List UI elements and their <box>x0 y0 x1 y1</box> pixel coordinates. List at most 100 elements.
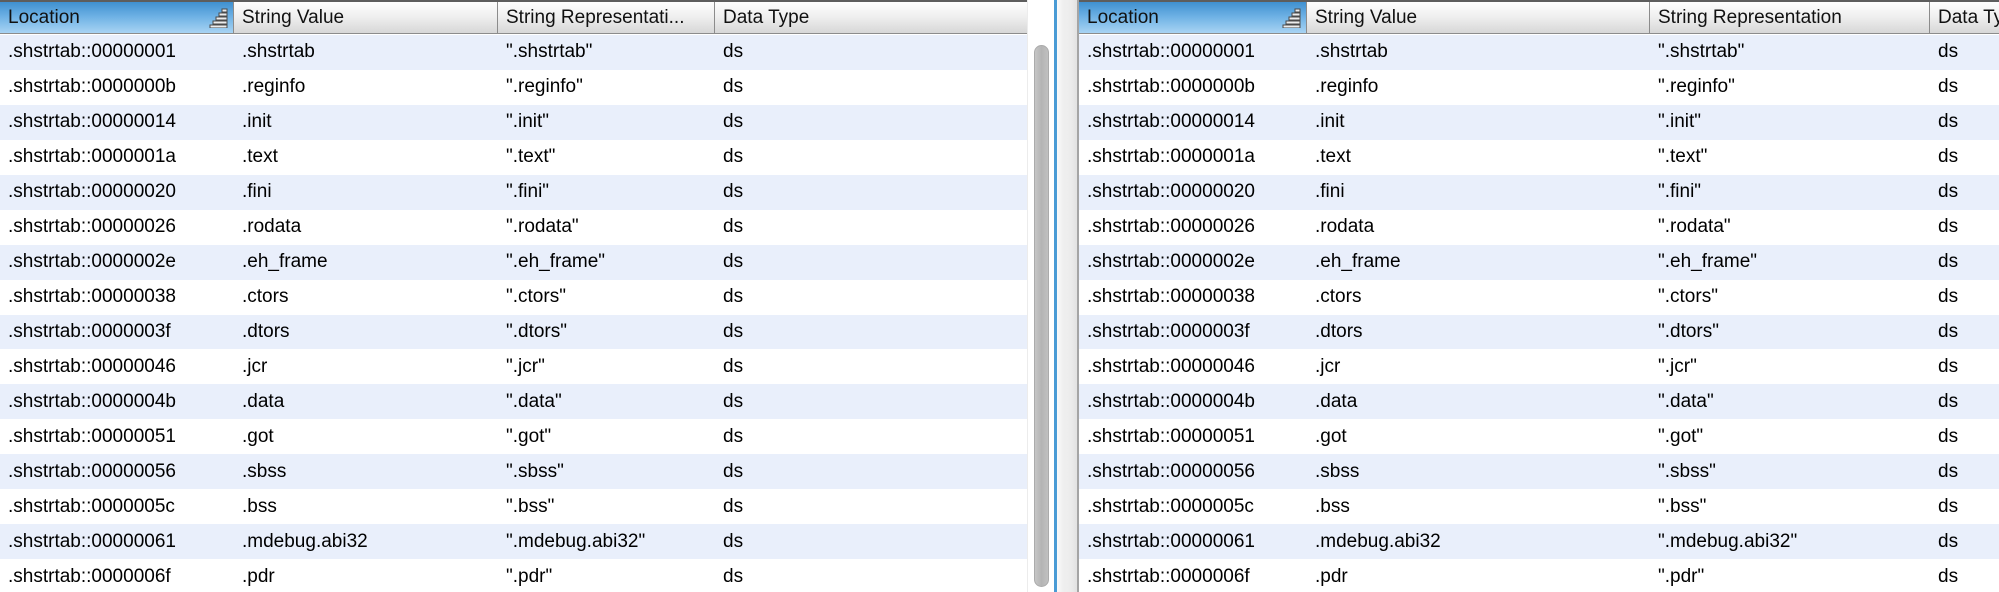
strings-table-panel-left: LocationString ValueString Representati.… <box>0 0 1057 592</box>
cell-repr: ".reginfo" <box>1650 76 1930 98</box>
cell-location: .shstrtab::00000014 <box>0 111 234 133</box>
scrollbar-thumb[interactable] <box>1034 45 1049 587</box>
table-row[interactable]: .shstrtab::00000061.mdebug.abi32".mdebug… <box>0 524 1030 559</box>
column-header-string-representation[interactable]: String Representation <box>1650 2 1930 33</box>
cell-value: .mdebug.abi32 <box>234 531 498 553</box>
cell-location: .shstrtab::00000038 <box>1079 286 1307 308</box>
table-row[interactable]: .shstrtab::0000002e.eh_frame".eh_frame"d… <box>1079 245 1999 280</box>
table-row[interactable]: .shstrtab::0000005c.bss".bss"ds <box>0 489 1030 524</box>
cell-location: .shstrtab::00000038 <box>0 286 234 308</box>
cell-value: .shstrtab <box>234 41 498 63</box>
cell-type: ds <box>715 391 1030 413</box>
column-header-data-type[interactable]: Data Type <box>1930 2 1999 33</box>
table-row[interactable]: .shstrtab::0000001a.text".text"ds <box>1079 140 1999 175</box>
cell-repr: ".eh_frame" <box>498 251 715 273</box>
cell-type: ds <box>715 321 1030 343</box>
cell-type: ds <box>1930 496 1999 518</box>
cell-type: ds <box>1930 41 1999 63</box>
table-row[interactable]: .shstrtab::00000014.init".init"ds <box>0 105 1030 140</box>
cell-value: .dtors <box>234 321 498 343</box>
column-header-label: Location <box>1087 7 1159 29</box>
cell-location: .shstrtab::00000046 <box>0 356 234 378</box>
cell-type: ds <box>715 566 1030 588</box>
table-row[interactable]: .shstrtab::00000046.jcr".jcr"ds <box>1079 349 1999 384</box>
table-row[interactable]: .shstrtab::0000005c.bss".bss"ds <box>1079 489 1999 524</box>
table-row[interactable]: .shstrtab::00000061.mdebug.abi32".mdebug… <box>1079 524 1999 559</box>
column-header-string-representati[interactable]: String Representati... <box>498 2 715 33</box>
table-row[interactable]: .shstrtab::0000004b.data".data"ds <box>1079 384 1999 419</box>
cell-location: .shstrtab::0000000b <box>0 76 234 98</box>
column-header-label: Data Type <box>1938 7 1999 29</box>
table-row[interactable]: .shstrtab::0000006f.pdr".pdr"ds <box>0 559 1030 592</box>
cell-value: .rodata <box>1307 216 1650 238</box>
table-row[interactable]: .shstrtab::00000020.fini".fini"ds <box>0 175 1030 210</box>
cell-value: .fini <box>234 181 498 203</box>
cell-type: ds <box>1930 566 1999 588</box>
cell-location: .shstrtab::0000000b <box>1079 76 1307 98</box>
cell-repr: ".got" <box>498 426 715 448</box>
cell-type: ds <box>715 111 1030 133</box>
table-row[interactable]: .shstrtab::0000000b.reginfo".reginfo"ds <box>0 70 1030 105</box>
cell-type: ds <box>1930 321 1999 343</box>
cell-repr: ".jcr" <box>498 356 715 378</box>
table-body: .shstrtab::00000001.shstrtab".shstrtab"d… <box>1079 35 1999 592</box>
cell-location: .shstrtab::00000061 <box>1079 531 1307 553</box>
vertical-scrollbar[interactable] <box>1027 0 1054 592</box>
cell-location: .shstrtab::0000002e <box>0 251 234 273</box>
table-row[interactable]: .shstrtab::0000006f.pdr".pdr"ds <box>1079 559 1999 592</box>
table-row[interactable]: .shstrtab::00000014.init".init"ds <box>1079 105 1999 140</box>
table-row[interactable]: .shstrtab::0000001a.text".text"ds <box>0 140 1030 175</box>
column-header-data-type[interactable]: Data Type <box>715 2 1030 33</box>
cell-repr: ".pdr" <box>498 566 715 588</box>
table-row[interactable]: .shstrtab::00000020.fini".fini"ds <box>1079 175 1999 210</box>
cell-value: .jcr <box>1307 356 1650 378</box>
table-row[interactable]: .shstrtab::0000000b.reginfo".reginfo"ds <box>1079 70 1999 105</box>
table-row[interactable]: .shstrtab::00000001.shstrtab".shstrtab"d… <box>1079 35 1999 70</box>
cell-repr: ".eh_frame" <box>1650 251 1930 273</box>
table-row[interactable]: .shstrtab::0000002e.eh_frame".eh_frame"d… <box>0 245 1030 280</box>
column-header-location[interactable]: Location <box>0 2 234 33</box>
table-row[interactable]: .shstrtab::00000056.sbss".sbss"ds <box>1079 454 1999 489</box>
column-header-string-value[interactable]: String Value <box>1307 2 1650 33</box>
table-row[interactable]: .shstrtab::00000038.ctors".ctors"ds <box>1079 280 1999 315</box>
table-row[interactable]: .shstrtab::00000026.rodata".rodata"ds <box>0 210 1030 245</box>
cell-repr: ".text" <box>1650 146 1930 168</box>
column-header-label: String Value <box>1315 7 1417 29</box>
table-row[interactable]: .shstrtab::00000001.shstrtab".shstrtab"d… <box>0 35 1030 70</box>
table-row[interactable]: .shstrtab::00000051.got".got"ds <box>1079 419 1999 454</box>
cell-location: .shstrtab::00000046 <box>1079 356 1307 378</box>
table-row[interactable]: .shstrtab::00000056.sbss".sbss"ds <box>0 454 1030 489</box>
panel-splitter[interactable] <box>1057 0 1077 592</box>
cell-repr: ".bss" <box>498 496 715 518</box>
cell-value: .bss <box>234 496 498 518</box>
table-row[interactable]: .shstrtab::00000051.got".got"ds <box>0 419 1030 454</box>
cell-location: .shstrtab::00000051 <box>0 426 234 448</box>
column-header-location[interactable]: Location <box>1079 2 1307 33</box>
dual-string-table-view: LocationString ValueString Representati.… <box>0 0 1999 592</box>
table-row[interactable]: .shstrtab::00000046.jcr".jcr"ds <box>0 349 1030 384</box>
cell-value: .sbss <box>234 461 498 483</box>
cell-repr: ".pdr" <box>1650 566 1930 588</box>
table-row[interactable]: .shstrtab::0000004b.data".data"ds <box>0 384 1030 419</box>
cell-location: .shstrtab::00000051 <box>1079 426 1307 448</box>
cell-value: .eh_frame <box>1307 251 1650 273</box>
cell-location: .shstrtab::00000020 <box>1079 181 1307 203</box>
table-row[interactable]: .shstrtab::00000026.rodata".rodata"ds <box>1079 210 1999 245</box>
cell-location: .shstrtab::0000004b <box>0 391 234 413</box>
cell-location: .shstrtab::00000056 <box>0 461 234 483</box>
table-row[interactable]: .shstrtab::0000003f.dtors".dtors"ds <box>0 315 1030 350</box>
strings-table-right: Location String Value String Representatio… <box>1079 0 1999 592</box>
cell-type: ds <box>715 461 1030 483</box>
cell-location: .shstrtab::0000003f <box>1079 321 1307 343</box>
cell-location: .shstrtab::0000006f <box>0 566 234 588</box>
cell-repr: ".dtors" <box>498 321 715 343</box>
cell-repr: ".got" <box>1650 426 1930 448</box>
table-row[interactable]: .shstrtab::00000038.ctors".ctors"ds <box>0 280 1030 315</box>
cell-repr: ".text" <box>498 146 715 168</box>
table-row[interactable]: .shstrtab::0000003f.dtors".dtors"ds <box>1079 315 1999 350</box>
cell-value: .text <box>234 146 498 168</box>
column-header-string-value[interactable]: String Value <box>234 2 498 33</box>
cell-repr: ".init" <box>1650 111 1930 133</box>
cell-type: ds <box>1930 286 1999 308</box>
sort-indicator-icon <box>1281 7 1301 28</box>
